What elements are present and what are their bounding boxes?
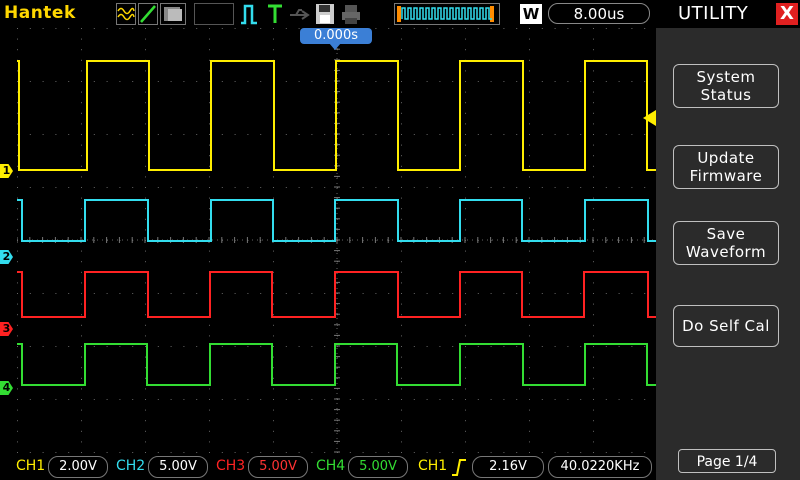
ch4-label[interactable]: CH4	[316, 458, 345, 474]
ch4-volts-div[interactable]: 5.00V	[348, 456, 408, 478]
close-icon[interactable]: X	[776, 3, 798, 25]
ch2-volts-div[interactable]: 5.00V	[148, 456, 208, 478]
bottom-status-bar: CH1 2.00V CH2 5.00V CH3 5.00V CH4 5.00V …	[0, 453, 656, 480]
trigger-position-value: 0.000s	[314, 28, 358, 43]
trigger-source-label[interactable]: CH1	[418, 458, 447, 474]
ch4-marker[interactable]: 4	[0, 381, 13, 395]
do-self-cal-button[interactable]: Do Self Cal	[673, 305, 779, 347]
trigger-t-icon	[268, 4, 282, 23]
frequency-readout: 40.0220KHz	[548, 456, 652, 478]
usb-icon	[290, 9, 310, 20]
ch1-marker[interactable]: 1	[0, 164, 13, 178]
memory-window-indicator	[394, 3, 500, 25]
trigger-edge-icon	[241, 4, 257, 25]
system-status-button[interactable]: System Status	[673, 64, 779, 108]
save-waveform-button[interactable]: Save Waveform	[673, 221, 779, 265]
ch1-label[interactable]: CH1	[16, 458, 45, 474]
trigger-position-marker[interactable]: 0.000s	[300, 28, 372, 44]
save-disk-icon[interactable]	[315, 3, 335, 25]
ch3-label[interactable]: CH3	[216, 458, 245, 474]
spacer-box-icon	[194, 3, 234, 25]
rising-edge-icon	[452, 459, 466, 476]
printer-icon	[342, 5, 360, 24]
top-bar: Hantek W 8.00us	[0, 0, 656, 28]
ch1-waveform	[17, 60, 656, 171]
persistence-mode-icon[interactable]	[160, 3, 186, 25]
ch1-volts-div[interactable]: 2.00V	[48, 456, 108, 478]
window-mode-badge: W	[520, 4, 542, 24]
waveform-display[interactable]: 0.000s 1 2 3 4	[0, 28, 656, 453]
timebase-readout: 8.00us	[548, 3, 650, 24]
trigger-level-readout[interactable]: 2.16V	[472, 456, 544, 478]
utility-menu-panel: UTILITY X System Status Update Firmware …	[656, 0, 800, 480]
update-firmware-button[interactable]: Update Firmware	[673, 145, 779, 189]
graticule	[17, 28, 656, 453]
envelope-mode-icon[interactable]	[116, 3, 136, 25]
brand-logo: Hantek	[4, 3, 76, 23]
vector-mode-icon[interactable]	[138, 3, 158, 25]
menu-title-bar: UTILITY X	[656, 0, 800, 28]
ch2-marker[interactable]: 2	[0, 250, 13, 264]
trigger-level-marker[interactable]	[641, 110, 656, 126]
ch3-marker[interactable]: 3	[0, 322, 13, 336]
ch3-volts-div[interactable]: 5.00V	[248, 456, 308, 478]
ch2-label[interactable]: CH2	[116, 458, 145, 474]
page-indicator-button[interactable]: Page 1/4	[678, 449, 776, 473]
ch2-waveform	[17, 199, 656, 242]
menu-title: UTILITY	[678, 3, 749, 24]
trigger-position-arrow	[329, 43, 341, 50]
